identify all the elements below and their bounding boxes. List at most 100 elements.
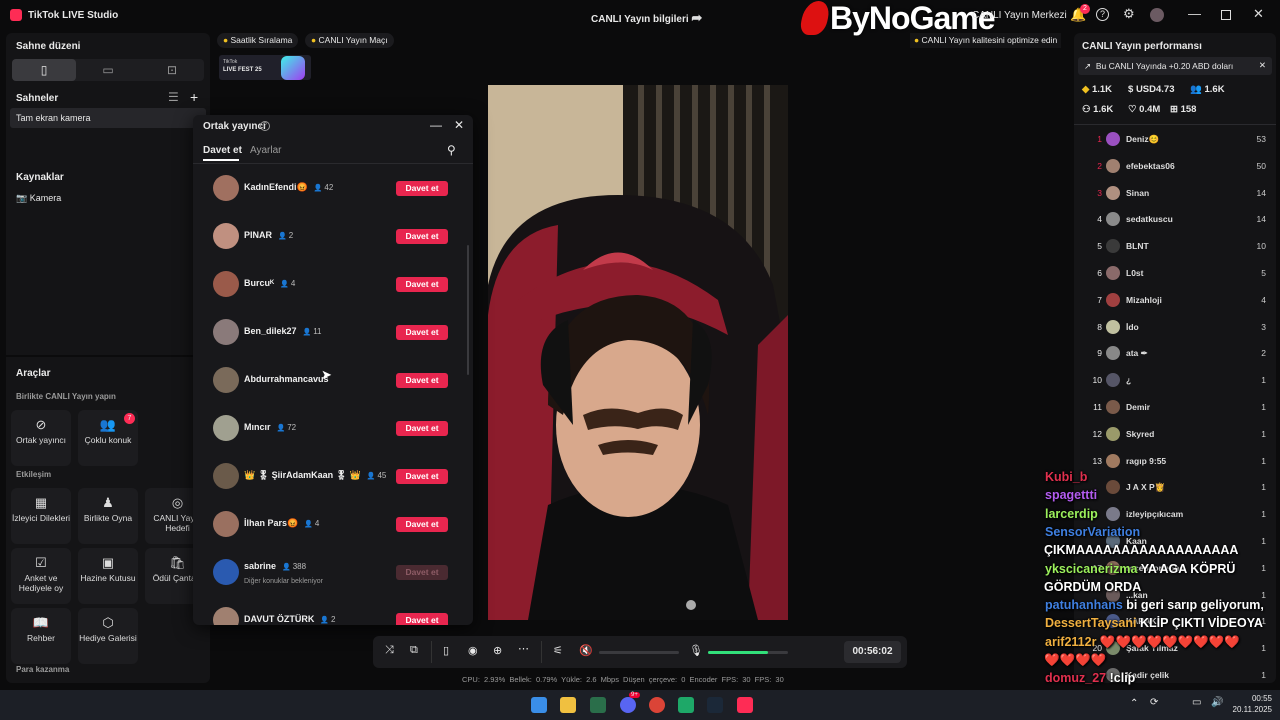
quality-tip[interactable]: ● CANLI Yayın kalitesini optimize edin	[910, 33, 1062, 48]
tab-invite[interactable]: Davet et	[203, 145, 242, 156]
avatar	[1106, 292, 1120, 307]
terminal-icon[interactable]	[590, 697, 606, 713]
live-timer: 00:56:02	[844, 641, 901, 663]
invite-button[interactable]: Davet et	[396, 277, 448, 292]
steam-icon[interactable]	[707, 697, 723, 713]
chrome-icon[interactable]	[649, 697, 665, 713]
poll-tool[interactable]: ☑ Anket ve Hediyele oy	[11, 548, 71, 604]
close-icon[interactable]: ✕	[1253, 6, 1264, 22]
invite-button[interactable]: Davet et	[396, 181, 448, 196]
ranking-row[interactable]: 2 efebektas06 50	[1074, 153, 1276, 179]
close-modal-icon[interactable]: ✕	[454, 118, 464, 132]
other-layout-option[interactable]: ⊡	[140, 59, 204, 81]
username-text: KadınEfendi😡	[244, 182, 308, 192]
minimize-modal-icon[interactable]: —	[430, 118, 442, 132]
whatsapp-icon[interactable]	[678, 697, 694, 713]
target-icon[interactable]: ⊕	[493, 644, 502, 657]
avatar[interactable]	[1150, 8, 1164, 22]
tab-settings[interactable]: Ayarlar	[250, 145, 282, 156]
clock-date[interactable]: 20.11.2025	[1228, 705, 1272, 714]
invite-button[interactable]: Davet et	[396, 373, 448, 388]
layers-icon[interactable]: ⧉	[410, 644, 418, 657]
invite-button[interactable]: Davet et	[396, 421, 448, 436]
username-text: DAVUT ÖZTÜRK	[244, 614, 315, 624]
invite-button[interactable]: Davet et	[396, 325, 448, 340]
metric-gifters: ⊞ 158	[1170, 104, 1196, 115]
live-match-chip[interactable]: ● CANLI Yayın Maçı	[305, 33, 394, 48]
count-text: 2	[288, 231, 294, 240]
phone-icon[interactable]: ▯	[443, 644, 449, 657]
ranking-username: Mizahloji	[1126, 294, 1162, 305]
invite-button[interactable]: Davet et	[396, 469, 448, 484]
file-explorer-icon[interactable]	[560, 697, 576, 713]
invite-button[interactable]: Davet et	[396, 613, 448, 625]
speaker-muted-icon[interactable]: 🔇	[579, 644, 593, 657]
ranking-value: 1	[1261, 482, 1266, 493]
invite-button[interactable]: Davet et	[396, 229, 448, 244]
add-scene-icon[interactable]: +	[190, 89, 198, 105]
earnings-banner[interactable]: ↗ Bu CANLI Yayında +0.20 ABD doları ✕	[1078, 57, 1272, 75]
close-banner-icon[interactable]: ✕	[1259, 60, 1266, 71]
settings-icon[interactable]: ⚙	[1123, 6, 1135, 22]
ranking-row[interactable]: 10 ¿ 1	[1074, 367, 1276, 393]
ranking-row[interactable]: 13 ragıp 9:55 1	[1074, 448, 1276, 474]
gift-gallery-tool[interactable]: ⬡ Hediye Galerisi	[78, 608, 138, 664]
live-center-button[interactable]: CANLI Yayın Merkezi	[972, 10, 1067, 21]
search-icon[interactable]: ⚲	[447, 143, 456, 157]
speaker-volume-slider[interactable]	[599, 651, 679, 654]
clock-time[interactable]: 00:55	[1236, 694, 1272, 703]
source-label: Kamera	[29, 193, 62, 203]
source-item-camera[interactable]: 📷 Kamera	[16, 193, 61, 204]
tiktok-studio-icon[interactable]	[737, 697, 753, 713]
sliders-icon[interactable]: ⚟	[553, 644, 563, 657]
chat-message: ÇIKMAAAAAAAAAAAAAAAAAA	[1044, 543, 1238, 557]
ranking-row[interactable]: 4 sedatkuscu 14	[1074, 206, 1276, 232]
help-icon[interactable]: ?	[1096, 8, 1109, 21]
sync-icon[interactable]: ⟳	[1150, 697, 1158, 708]
ranking-row[interactable]: 1 Deniz😊 53	[1074, 126, 1276, 152]
ranking-row[interactable]: 12 Skyred 1	[1074, 421, 1276, 447]
info-icon[interactable]: ?	[260, 121, 270, 131]
live-info-button[interactable]: CANLI Yayın bilgileri ➦	[591, 10, 702, 26]
portrait-layout-option[interactable]: ▯	[12, 59, 76, 81]
volume-icon[interactable]: 🔊	[1211, 697, 1223, 708]
magic-icon[interactable]: ⤨	[385, 644, 394, 657]
ranking-row[interactable]: 11 Demir 1	[1074, 394, 1276, 420]
minimize-icon[interactable]: —	[1188, 6, 1201, 21]
discord-icon[interactable]	[620, 697, 636, 713]
cohost-tool[interactable]: ⊘ Ortak yayıncı	[11, 410, 71, 466]
ranking-row[interactable]: 9 ata ✒ 2	[1074, 340, 1276, 366]
treasure-tool[interactable]: ▣ Hazine Kutusu	[78, 548, 138, 604]
coin-icon: ●	[223, 35, 229, 45]
more-icon[interactable]: ⋯	[518, 642, 529, 655]
ranking-row[interactable]: 5 BLNT 10	[1074, 233, 1276, 259]
ranking-row[interactable]: 7 Mizahloji 4	[1074, 287, 1276, 313]
ranking-row[interactable]: J A X P👸 1	[1074, 474, 1276, 500]
live-fest-banner[interactable]: TikTok LIVE FEST 25	[219, 55, 311, 80]
monitor-icon[interactable]: ▭	[1192, 697, 1201, 708]
ranking-row[interactable]: 3 Sinan 14	[1074, 180, 1276, 206]
viewer-wishes-tool[interactable]: ▦ İzleyici Dilekleri	[11, 488, 71, 544]
ranking-row[interactable]: 6 L0st 5	[1074, 260, 1276, 286]
mic-icon[interactable]: 🎙	[689, 644, 703, 657]
maximize-icon[interactable]	[1221, 10, 1231, 20]
guide-tool[interactable]: 📖 Rehber	[11, 608, 71, 664]
hourly-ranking-chip[interactable]: ● Saatlik Sıralama	[217, 33, 299, 48]
landscape-layout-option[interactable]: ▭	[76, 59, 140, 81]
scene-item[interactable]: Tam ekran kamera	[10, 108, 206, 128]
ranking-value: 4	[1261, 294, 1266, 305]
list-icon[interactable]: ☰	[168, 90, 179, 104]
invite-button[interactable]: Davet et	[396, 517, 448, 532]
rank-number: 5	[1097, 241, 1102, 252]
avatar	[1106, 480, 1120, 495]
play-together-tool[interactable]: ♟ Birlikte Oyna	[78, 488, 138, 544]
ranking-row[interactable]: izleyipçıkıcam 1	[1074, 501, 1276, 527]
windows-start-icon[interactable]	[531, 697, 547, 713]
record-icon[interactable]: ◉	[468, 644, 478, 657]
ranking-row[interactable]: 8 İdo 3	[1074, 314, 1276, 340]
avatar	[213, 415, 239, 441]
mic-volume-slider[interactable]	[708, 651, 788, 654]
scrollbar[interactable]	[467, 245, 469, 375]
tray-chevron-icon[interactable]: ⌃	[1130, 698, 1138, 709]
rank-number: 13	[1092, 455, 1102, 466]
